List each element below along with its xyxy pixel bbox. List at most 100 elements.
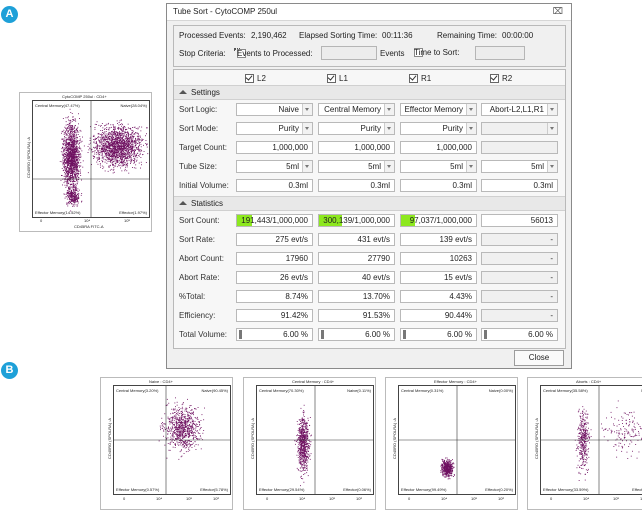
stats-cell: 13.70% [318,290,395,303]
plot-a-quadrant-tl: Central Memory(47.47%) [35,103,80,108]
xtick: 10⁵ [186,496,193,501]
column-l1-checkbox[interactable]: L1 [327,74,348,84]
dropdown-arrow-icon[interactable] [302,161,312,172]
settings-cell-value: Purity [442,124,463,133]
statistics-section-header[interactable]: Statistics [174,196,565,211]
dropdown-arrow-icon[interactable] [547,104,557,115]
settings-cell[interactable]: 5ml [318,160,395,173]
close-icon[interactable]: ⌧ [553,6,563,17]
dropdown-arrow-icon[interactable] [302,123,312,134]
dropdown-arrow-icon[interactable] [384,104,394,115]
stats-cell-value: 91.53% [362,311,390,320]
xtick: 10⁴ [299,496,306,501]
xtick: 10⁴ [156,496,163,501]
remaining-time-value: 00:00:00 [502,31,534,40]
settings-cell[interactable]: 1,000,000 [318,141,395,154]
stats-cell-value: 431 evt/s [357,235,390,244]
plot-ylabel: CD45RO (SPOLRA) :A [534,417,540,460]
stats-cell-value: 40 evt/s [361,273,390,282]
settings-cell[interactable]: Effector Memory [400,103,477,116]
quadrant-tr: Naive(0.00%) [488,388,513,393]
settings-cell-value: 1,000,000 [354,143,390,152]
stats-cell: 91.42% [236,309,313,322]
stats-cell: - [481,233,558,246]
stats-cell: - [481,271,558,284]
settings-cell[interactable]: Purity [318,122,395,135]
stats-cell: - [481,309,558,322]
stats-cell-value: 91.42% [280,311,308,320]
settings-cell[interactable]: Abort-L2,L1,R1 [481,103,558,116]
dropdown-arrow-icon[interactable] [466,123,476,134]
quadrant-tl: Central Memory(3.20%) [116,388,159,393]
stats-cell-value: - [550,292,553,301]
section-b-badge: B [1,362,18,379]
settings-cell[interactable]: 1,000,000 [236,141,313,154]
plot-title: Effector Memory : CD4+ [434,379,477,384]
settings-cell[interactable]: Purity [400,122,477,135]
volume-progress-fill [239,330,242,339]
stats-cell: 56013 [481,214,558,227]
settings-cell[interactable]: Purity [236,122,313,135]
settings-row-label: Target Count: [179,143,228,152]
column-l2-checkbox[interactable]: L2 [245,74,266,84]
column-r2-checkbox[interactable]: R2 [490,74,512,84]
plot-a-quadrant-tr: Naive(28.04%) [120,103,147,108]
plot-title: Central Memory : CD4+ [292,379,335,384]
events-unit-label: Events [380,49,405,58]
stats-cell-value: 6.00 % [365,330,390,339]
dropdown-arrow-icon[interactable] [466,104,476,115]
xtick: 10⁵ [613,496,620,501]
time-checkbox-label: Time to Sort: [414,48,460,57]
settings-cell[interactable] [481,141,558,154]
plot-area: Central Memory(0.31%) Naive(0.00%) Effecto… [398,385,516,495]
settings-cell[interactable]: 5ml [236,160,313,173]
column-r1-checkbox[interactable]: R1 [409,74,431,84]
dropdown-arrow-icon[interactable] [384,161,394,172]
events-count-input[interactable] [321,46,377,60]
settings-cell[interactable]: 0.3ml [481,179,558,192]
quadrant-br: Effector(0.06%) [343,487,371,492]
quadrant-bl: Effector Memory(29.54%) [259,487,305,492]
plot-a-quadrant-br: Effector(1.97%) [119,210,147,215]
settings-cell[interactable]: 5ml [481,160,558,173]
settings-section-label: Settings [191,88,220,97]
settings-cell[interactable]: Central Memory [318,103,395,116]
events-to-processed-checkbox[interactable]: Events to Processed: [234,48,313,58]
close-button[interactable]: Close [514,350,564,366]
plot-scatter [257,386,373,494]
plot-a-ylabel: CD45RO (SPOLRA) :A [26,136,32,179]
settings-cell-value: Purity [360,124,381,133]
settings-cell[interactable] [481,122,558,135]
stats-cell-value: 17960 [285,254,308,263]
settings-cell[interactable]: 5ml [400,160,477,173]
stats-cell-value: 8.74% [285,292,308,301]
settings-cell-value: Naive [278,105,299,114]
dropdown-arrow-icon[interactable] [302,104,312,115]
stats-row-label: Efficiency: [179,311,216,320]
stats-row-label: Sort Count: [179,216,220,225]
plot-a-xlabel: CD45RA FITC-A [74,224,104,229]
stats-cell-value: 90.44% [444,311,472,320]
stats-cell-value: 139 evt/s [439,235,472,244]
dropdown-arrow-icon[interactable] [384,123,394,134]
check-icon [245,74,254,84]
time-to-sort-input[interactable] [475,46,525,60]
settings-cell[interactable]: 1,000,000 [400,141,477,154]
dropdown-arrow-icon[interactable] [547,161,557,172]
settings-cell[interactable]: 0.3ml [400,179,477,192]
settings-row-label: Sort Mode: [179,124,219,133]
stats-cell-value: 15 evt/s [443,273,472,282]
settings-cell[interactable]: 0.3ml [236,179,313,192]
dropdown-arrow-icon[interactable] [547,123,557,134]
plot-title: Naive : CD4+ [149,379,173,384]
stats-cell-value: 4.43% [449,292,472,301]
dropdown-arrow-icon[interactable] [466,161,476,172]
settings-section-header[interactable]: Settings [174,85,565,100]
settings-cell[interactable]: 0.3ml [318,179,395,192]
stats-cell-value: 6.00 % [283,330,308,339]
volume-progress-fill [321,330,324,339]
settings-cell[interactable]: Naive [236,103,313,116]
quadrant-tl: Central Memory(0.31%) [401,388,444,393]
stats-cell: 275 evt/s [236,233,313,246]
stats-cell-value: - [550,254,553,263]
